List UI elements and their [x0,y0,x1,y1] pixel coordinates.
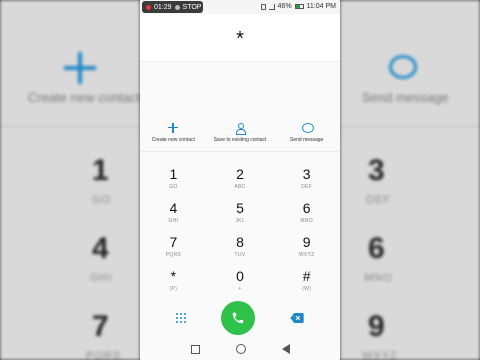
background-digit: 9 [368,310,385,343]
create-new-contact-button[interactable]: Create new contact [140,122,207,151]
system-navigation-bar [140,338,340,360]
message-bubble-icon [301,122,314,134]
phone-handset-icon [232,312,244,324]
dial-keypad: 1 GO 2 ABC 3 DEF 4 GHI 5 JKL 6 MNO 7 PQR… [140,166,340,302]
key-star[interactable]: * (P) [140,268,207,302]
action-label: Create new contact [151,137,195,143]
home-button[interactable] [235,344,246,354]
key-0[interactable]: 0 + [207,268,274,302]
divider [340,126,480,127]
background-letters: GO [92,194,112,206]
dialer-bottom-controls [140,300,340,336]
background-digit: 6 [368,232,385,265]
key-digit: * [170,268,177,284]
call-button[interactable] [221,301,255,335]
key-letters: TUV [234,252,246,258]
divider [0,126,140,127]
key-2[interactable]: 2 ABC [207,166,274,200]
key-digit: 8 [236,234,244,250]
key-digit: # [302,268,311,284]
background-digit: 7 [92,310,109,343]
key-1[interactable]: 1 GO [140,166,207,200]
status-icons: 46% 11:04 PM [260,3,336,10]
background-label: Send message [362,90,449,105]
key-digit: 5 [236,200,244,216]
key-6[interactable]: 6 MNO [273,200,340,234]
key-digit: 6 [302,200,311,216]
key-digit: 7 [169,234,178,250]
background-digit: 4 [92,232,109,265]
key-digit: 2 [236,166,244,182]
key-digit: 1 [169,166,178,182]
key-9[interactable]: 9 WXYZ [273,234,340,268]
person-icon [234,122,246,135]
phone-screen: 01:29 STOP 46% 11:04 PM * Create new con… [140,0,340,360]
background-left-panel: Create new contact 1 GO 4 GHI 7 PQRS [0,0,140,360]
key-letters: PQRS [165,252,182,258]
dialpad-toggle-icon[interactable] [176,313,186,323]
recording-time: 01:29 [154,3,172,11]
key-7[interactable]: 7 PQRS [140,234,207,268]
action-row: Create new contact Save to existing cont… [140,122,340,152]
message-bubble-icon [389,55,417,79]
battery-icon [294,4,304,9]
background-label: Create new contact [28,90,140,105]
key-3[interactable]: 3 DEF [273,166,340,200]
record-icon [146,4,151,10]
background-right-panel: Send message 3 DEF 6 MNO 9 WXYZ [340,0,480,360]
backspace-icon[interactable] [290,313,304,323]
background-letters: GHI [90,272,113,284]
vibrate-icon [260,3,266,10]
key-letters: DEF [301,184,313,190]
background-letters: DEF [366,194,391,206]
keypad-row: 4 GHI 5 JKL 6 MNO [140,200,340,234]
key-letters: (P) [169,286,178,292]
key-digit: 0 [236,268,244,284]
entered-number[interactable]: * [140,28,340,51]
key-5[interactable]: 5 JKL [207,200,274,234]
stop-icon [174,4,180,10]
status-bar: 01:29 STOP 46% 11:04 PM [140,0,340,14]
stop-label[interactable]: STOP [183,4,202,11]
signal-icon [268,3,275,10]
key-4[interactable]: 4 GHI [140,200,207,234]
key-letters: JKL [235,218,245,224]
screen-recorder-pill[interactable]: 01:29 STOP [142,1,203,13]
send-message-button[interactable]: Send message [273,122,340,151]
save-to-existing-contact-button[interactable]: Save to existing contact [207,122,274,151]
key-hash[interactable]: # (W) [273,268,340,302]
keypad-row: 7 PQRS 8 TUV 9 WXYZ [140,234,340,268]
add-contact-icon [64,52,96,84]
key-letters: MNO [300,218,313,224]
back-button[interactable] [281,344,290,354]
background-letters: PQRS [86,350,122,360]
key-digit: 4 [169,200,178,216]
clock: 11:04 PM [306,3,336,10]
key-letters: ABC [234,184,246,190]
background-digit: 3 [368,154,385,187]
key-digit: 9 [302,234,311,250]
key-letters: WXYZ [298,252,315,258]
action-label: Send message [290,137,324,143]
background-letters: WXYZ [362,350,398,360]
recents-button[interactable] [190,344,200,354]
key-letters: GO [169,184,178,190]
key-letters: GHI [168,218,179,224]
background-letters: MNO [364,272,393,284]
number-display-area: * [140,14,340,62]
key-8[interactable]: 8 TUV [207,234,274,268]
key-letters: + [238,286,242,292]
key-letters: (W) [302,286,312,292]
keypad-row: * (P) 0 + # (W) [140,268,340,302]
add-contact-icon [167,122,179,134]
action-label: Save to existing contact [213,137,267,143]
battery-percent: 46% [277,3,292,10]
key-digit: 3 [302,166,311,182]
background-digit: 1 [92,154,109,187]
keypad-row: 1 GO 2 ABC 3 DEF [140,166,340,200]
